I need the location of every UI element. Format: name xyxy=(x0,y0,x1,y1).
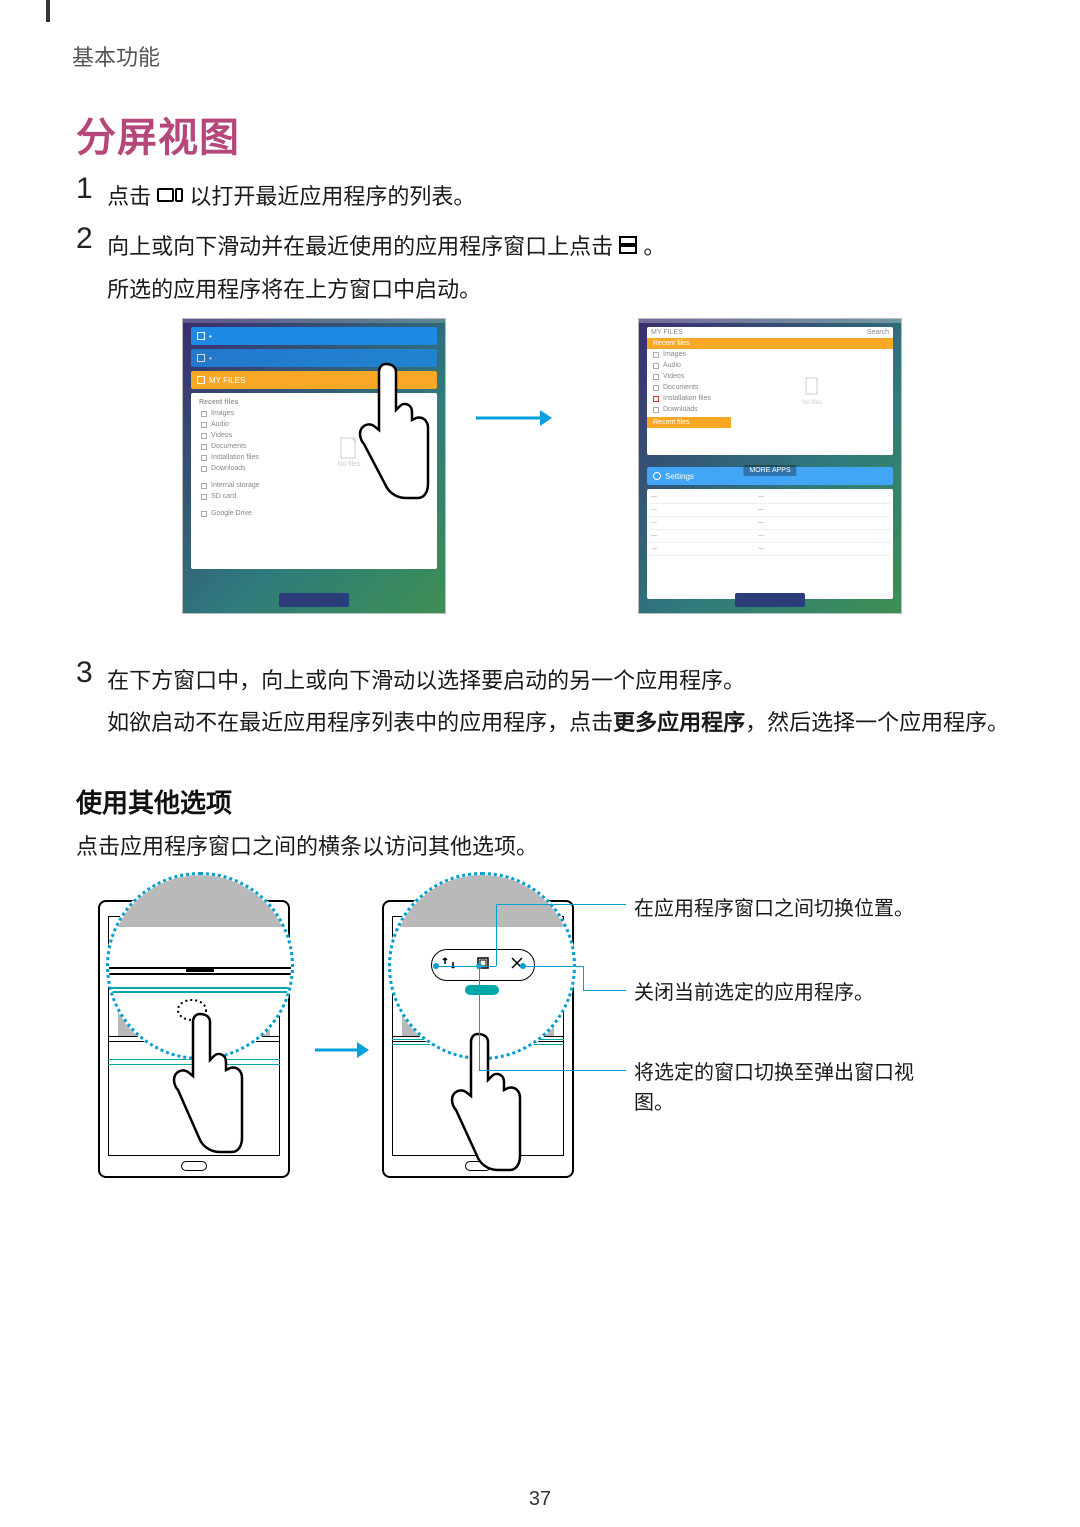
leader-line xyxy=(583,990,626,991)
fig1r-downloads: Downloads xyxy=(663,406,698,413)
fig1-images: Images xyxy=(211,410,234,417)
split-handle xyxy=(465,985,499,995)
subsection-text: 点击应用程序窗口之间的横条以访问其他选项。 xyxy=(76,827,538,867)
fig1r-installation: Installation files xyxy=(663,395,711,402)
swap-icon xyxy=(439,955,459,976)
step-1-text: 点击 以打开最近应用程序的列表。 xyxy=(107,176,475,219)
gear-icon xyxy=(653,472,661,480)
step-2-text-b: 。 xyxy=(643,234,665,259)
fig1-left-row-blue2: • xyxy=(191,349,437,367)
fig1-videos: Videos xyxy=(211,432,232,439)
fig1-right-screenshot: MY FILES Search Recent files Images Audi… xyxy=(638,318,902,614)
more-apps-label: MORE APPS xyxy=(743,465,796,476)
hand-touch-icon xyxy=(430,1030,550,1210)
fig1r-recent2: Recent files xyxy=(647,417,731,428)
fig1r-settings-label: Settings xyxy=(665,472,694,481)
step-1-text-a: 点击 xyxy=(107,184,157,209)
subsection-heading: 使用其他选项 xyxy=(76,783,232,820)
fig1-left-screenshot: • • MY FILES Recent files Images Audio V… xyxy=(182,318,446,614)
fig1-left-main-panel: Recent files Images Audio Videos Documen… xyxy=(191,393,437,569)
breadcrumb: 基本功能 xyxy=(72,40,160,72)
leader-line xyxy=(583,966,584,990)
fig1r-nofiles: No files xyxy=(731,400,893,406)
step-3-line2b: ，然后选择一个应用程序。 xyxy=(745,710,1009,735)
step-2-text: 向上或向下滑动并在最近使用的应用程序窗口上点击 。 所选的应用程序将在上方窗口中… xyxy=(107,226,665,311)
fig1-nofiles: No files xyxy=(265,461,433,468)
callout-swap: 在应用程序窗口之间切换位置。 xyxy=(634,894,934,924)
figure-2: 在应用程序窗口之间切换位置。 关闭当前选定的应用程序。 将选定的窗口切换至弹出窗… xyxy=(98,878,980,1198)
figure-1: • • MY FILES Recent files Images Audio V… xyxy=(182,318,902,614)
step-3: 3 在下方窗口中，向上或向下滑动以选择要启动的另一个应用程序。 如欲启动不在最近… xyxy=(76,656,1009,744)
step-1-text-b: 以打开最近应用程序的列表。 xyxy=(189,184,475,209)
fig1-left-row-orange: MY FILES xyxy=(191,371,437,389)
step-3-bold: 更多应用程序 xyxy=(613,710,745,735)
step-2-text-a: 向上或向下滑动并在最近使用的应用程序窗口上点击 xyxy=(107,234,619,259)
fig1-myfiles-label: MY FILES xyxy=(209,376,245,385)
file-icon xyxy=(805,377,819,395)
step-2: 2 向上或向下滑动并在最近使用的应用程序窗口上点击 。 所选的应用程序将在上方窗… xyxy=(76,222,665,311)
header-tab-edge xyxy=(46,0,50,22)
leader-line xyxy=(479,966,480,1070)
callout-popout: 将选定的窗口切换至弹出窗口视图。 xyxy=(634,1058,934,1118)
close-all-button-2 xyxy=(735,593,805,607)
step-3-number: 3 xyxy=(76,656,93,690)
fig1r-settings-list: —— —— —— —— —— xyxy=(647,489,893,599)
leader-line xyxy=(436,966,496,967)
split-icon xyxy=(619,226,637,268)
fig1-downloads: Downloads xyxy=(211,465,246,472)
fig1r-documents: Documents xyxy=(663,384,698,391)
page-number: 37 xyxy=(529,1488,551,1511)
step-1: 1 点击 以打开最近应用程序的列表。 xyxy=(76,172,475,219)
fig1r-search: Search xyxy=(867,329,889,336)
fig1r-recent: Recent files xyxy=(647,338,893,349)
fig1-internal: Internal storage xyxy=(211,482,260,489)
step-2-text-line2: 所选的应用程序将在上方窗口中启动。 xyxy=(107,277,481,302)
fig1-sdcard: SD card xyxy=(211,493,236,500)
fig1r-myfiles: MY FILES xyxy=(651,329,683,336)
file-icon xyxy=(340,437,358,459)
leader-line xyxy=(496,904,626,905)
step-2-number: 2 xyxy=(76,222,93,256)
fig1-recent-files: Recent files xyxy=(195,397,265,408)
fig1r-audio: Audio xyxy=(663,362,681,369)
leader-line xyxy=(523,966,583,967)
step-3-line2a: 如欲启动不在最近应用程序列表中的应用程序，点击 xyxy=(107,710,613,735)
callout-close: 关闭当前选定的应用程序。 xyxy=(634,978,934,1008)
hand-touch-icon xyxy=(152,990,272,1190)
fig1-installation: Installation files xyxy=(211,454,259,461)
arrow-right-icon xyxy=(313,1038,371,1062)
fig1r-videos: Videos xyxy=(663,373,684,380)
close-all-button xyxy=(279,593,349,607)
recents-icon xyxy=(157,176,183,218)
page-title: 分屏视图 xyxy=(76,105,240,163)
fig1-documents: Documents xyxy=(211,443,246,450)
fig1-audio: Audio xyxy=(211,421,229,428)
arrow-right-icon xyxy=(474,406,554,430)
step-1-number: 1 xyxy=(76,172,93,206)
leader-line xyxy=(496,904,497,966)
fig1r-images: Images xyxy=(663,351,686,358)
leader-line xyxy=(479,1070,626,1071)
step-3-line1: 在下方窗口中，向上或向下滑动以选择要启动的另一个应用程序。 xyxy=(107,668,745,693)
fig1-left-row-blue: • xyxy=(191,327,437,345)
fig1-google: Google Drive xyxy=(211,510,252,517)
step-3-text: 在下方窗口中，向上或向下滑动以选择要启动的另一个应用程序。 如欲启动不在最近应用… xyxy=(107,660,1009,744)
